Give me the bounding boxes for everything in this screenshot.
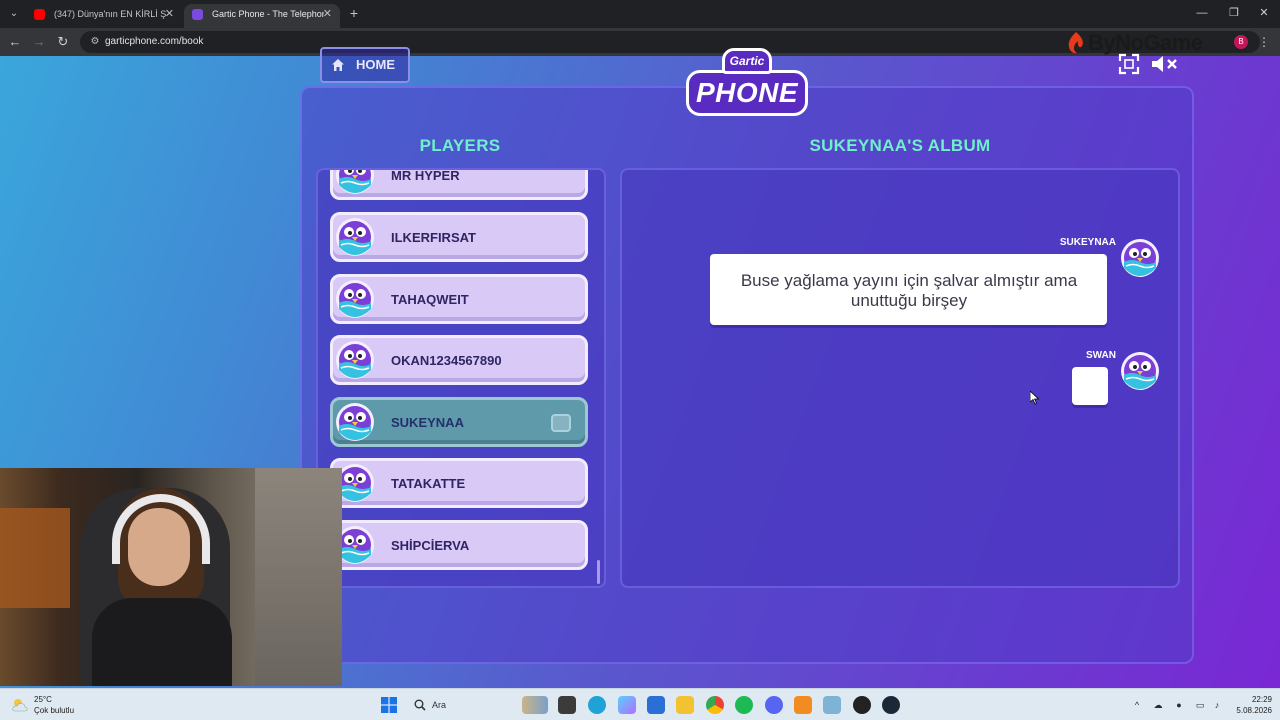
player-avatar-icon	[335, 279, 375, 319]
back-icon[interactable]: ←	[7, 34, 23, 50]
taskbar-search[interactable]: Ara	[406, 694, 514, 716]
player-row-ilkerfirsat[interactable]: ILKERFIRSAT	[330, 212, 588, 262]
minimize-icon[interactable]: —	[1192, 5, 1212, 21]
edge-icon[interactable]	[588, 696, 606, 714]
forward-icon[interactable]: →	[31, 34, 47, 50]
chrome-icon[interactable]	[706, 696, 724, 714]
weather-widget[interactable]: 25°C Çok bulutlu	[12, 693, 102, 717]
weather-temperature: 25°C	[34, 695, 52, 704]
discord-icon[interactable]	[765, 696, 783, 714]
clock-date: 5.08.2026	[1236, 706, 1272, 715]
album-title: SUKEYNAA'S ALBUM	[809, 136, 991, 155]
streamer-shirt	[92, 598, 232, 686]
settings-app-icon[interactable]	[823, 696, 841, 714]
search-icon	[414, 699, 426, 711]
taskbar-clock[interactable]: 22:29 5.08.2026	[1224, 694, 1272, 716]
volume-icon[interactable]: ♪	[1210, 698, 1224, 712]
tray-overflow-icon[interactable]: ^	[1130, 698, 1144, 712]
store-icon[interactable]	[647, 696, 665, 714]
copilot-icon[interactable]	[618, 696, 636, 714]
player-avatar-icon	[335, 340, 375, 380]
logo-top-text: Gartic	[722, 48, 772, 74]
mute-icon[interactable]	[1150, 53, 1180, 75]
webcam-overlay	[0, 468, 342, 686]
cloud-icon	[12, 699, 28, 712]
tab-title: Gartic Phone - The Telephone G	[212, 9, 324, 19]
search-placeholder: Ara	[432, 700, 447, 710]
browser-tab-gartic[interactable]: Gartic Phone - The Telephone G ✕	[184, 4, 340, 28]
players-scrollbar[interactable]	[597, 560, 600, 584]
tab-search-icon[interactable]: ⌄	[6, 6, 22, 22]
logo-main-text: PHONE	[686, 70, 808, 116]
tab-title: (347) Dünya'nın EN KİRLİ Şehri	[54, 9, 166, 19]
network-cloud-icon[interactable]: ☁	[1151, 698, 1165, 712]
microphone-icon[interactable]: ●	[1172, 698, 1186, 712]
mouse-cursor-icon	[1030, 391, 1039, 405]
close-window-icon[interactable]: ✕	[1254, 5, 1274, 21]
cloud-app-icon[interactable]	[794, 696, 812, 714]
player-avatar-icon	[335, 217, 375, 257]
home-button[interactable]: HOME	[320, 47, 410, 83]
stream-watermark: ByNoGame	[1066, 30, 1216, 56]
weather-condition: Çok bulutlu	[34, 706, 75, 715]
task-view-icon[interactable]	[558, 696, 576, 714]
player-name: ILKERFIRSAT	[391, 230, 476, 245]
display-icon[interactable]: ▭	[1193, 698, 1207, 712]
album-author-avatar-icon	[1120, 351, 1160, 391]
obs-icon[interactable]	[853, 696, 871, 714]
windows-taskbar: 25°C Çok bulutlu Ara ^ ☁ ● ▭ ♪ 22:29 5.0…	[0, 688, 1280, 720]
player-row-tahaqweit[interactable]: TAHAQWEIT	[330, 274, 588, 324]
browser-tab-youtube[interactable]: (347) Dünya'nın EN KİRLİ Şehri ✕	[26, 4, 182, 28]
watermark-text: ByNoGame	[1088, 30, 1203, 55]
player-avatar-icon	[335, 402, 375, 442]
player-name: SUKEYNAA	[391, 415, 464, 430]
album-author-avatar-icon	[1120, 238, 1160, 278]
players-list[interactable]: MR HYPER ILKERFIRSAT TAHAQWEIT OKAN12345…	[316, 168, 606, 588]
file-explorer-icon[interactable]	[676, 696, 694, 714]
fullscreen-icon[interactable]	[1118, 53, 1140, 75]
player-row-mr-hyper[interactable]: MR HYPER	[330, 168, 588, 200]
album-entry-text: Buse yağlama yayını için şalvar almıştır…	[740, 271, 1078, 310]
player-name: TAHAQWEIT	[391, 292, 469, 307]
player-row-sukeynaa[interactable]: SUKEYNAA	[330, 397, 588, 447]
player-name: TATAKATTE	[391, 476, 466, 491]
player-row-shipcierva[interactable]: SHİPCİERVA	[330, 520, 588, 570]
players-title: PLAYERS	[419, 136, 501, 155]
steam-icon[interactable]	[882, 696, 900, 714]
site-info-icon[interactable]: ⚙	[88, 35, 102, 49]
player-row-okan1234567890[interactable]: OKAN1234567890	[330, 335, 588, 385]
flame-logo-icon	[1068, 32, 1083, 54]
profile-avatar[interactable]: B	[1234, 35, 1248, 49]
windows-start-icon[interactable]	[381, 697, 397, 713]
player-avatar-icon	[335, 168, 375, 195]
browser-menu-icon[interactable]: ⋮	[1258, 34, 1270, 50]
album-loading-bubble	[1072, 367, 1108, 405]
home-icon	[332, 59, 344, 71]
new-tab-button[interactable]: +	[346, 5, 362, 21]
url-text: garticphone.com/book	[105, 36, 204, 47]
player-row-tatakatte[interactable]: TATAKATTE	[330, 458, 588, 508]
album-entry-author: SWAN	[1086, 350, 1116, 361]
enter-album-icon[interactable]	[551, 414, 571, 432]
gartic-phone-logo: PHONE Gartic	[686, 48, 808, 120]
player-name: MR HYPER	[391, 168, 460, 183]
home-label: HOME	[356, 57, 395, 72]
album-entry-author: SUKEYNAA	[1059, 237, 1116, 248]
spotify-icon[interactable]	[735, 696, 753, 714]
restore-icon[interactable]: ❐	[1224, 5, 1244, 21]
browser-tab-strip: ⌄ (347) Dünya'nın EN KİRLİ Şehri ✕ Garti…	[0, 0, 1280, 28]
background-shelf	[0, 508, 70, 608]
widgets-icon[interactable]	[522, 696, 548, 714]
player-name: OKAN1234567890	[391, 353, 502, 368]
player-name: SHİPCİERVA	[391, 538, 470, 553]
clock-time: 22:29	[1251, 695, 1272, 704]
reload-icon[interactable]: ↻	[55, 34, 71, 50]
gartic-phone-icon	[192, 9, 203, 20]
youtube-icon	[34, 9, 45, 20]
close-tab-icon[interactable]: ✕	[165, 4, 174, 24]
background-kitchen	[255, 468, 342, 686]
close-tab-icon[interactable]: ✕	[323, 4, 332, 24]
